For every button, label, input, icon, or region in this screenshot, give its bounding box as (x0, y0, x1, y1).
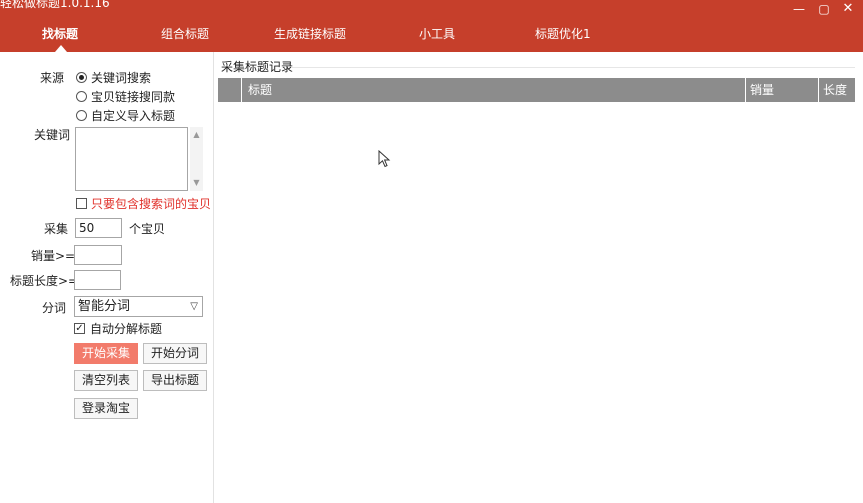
column-separator (745, 78, 746, 102)
keyword-label: 关键词 (34, 128, 71, 142)
sales-min-input[interactable] (74, 245, 122, 265)
records-section-title: 采集标题记录 (221, 60, 294, 74)
radio-custom-import[interactable] (76, 110, 87, 121)
export-titles-button[interactable]: 导出标题 (143, 370, 207, 391)
records-table-body[interactable] (218, 102, 855, 503)
only-contain-checkbox[interactable] (76, 198, 87, 209)
scroll-down-icon[interactable]: ▼ (190, 177, 203, 189)
title-length-input[interactable] (74, 270, 121, 290)
segment-select[interactable]: 智能分词 ▽ (74, 296, 203, 317)
collect-count-input[interactable] (75, 218, 122, 238)
chevron-down-icon[interactable]: ▽ (190, 297, 198, 316)
source-label: 来源 (40, 71, 65, 85)
auto-split-label[interactable]: 自动分解标题 (90, 321, 162, 337)
radio-keyword-search[interactable] (76, 72, 87, 83)
records-table-header: 标题 销量 长度 (218, 78, 855, 102)
segment-label: 分词 (42, 301, 67, 315)
start-collect-button[interactable]: 开始采集 (74, 343, 138, 364)
tab-link-title[interactable]: 生成链接标题 (274, 25, 346, 43)
sales-label: 销量>= (31, 249, 76, 263)
auto-split-checkbox[interactable]: ✓ (74, 323, 85, 334)
start-segment-button[interactable]: 开始分词 (143, 343, 207, 364)
title-bar: 轻松做标题1.0.1.16 — ▢ ✕ 找标题 组合标题 生成链接标题 小工具 … (0, 0, 863, 52)
radio-keyword-search-label[interactable]: 关键词搜索 (91, 70, 151, 86)
window-title: 轻松做标题1.0.1.16 (0, 0, 110, 10)
minimize-icon[interactable]: — (790, 2, 808, 16)
mouse-pointer-icon (378, 150, 391, 168)
segment-selected-value: 智能分词 (78, 299, 131, 314)
tab-title-optimize[interactable]: 标题优化1 (535, 25, 591, 43)
scroll-up-icon[interactable]: ▲ (190, 129, 203, 141)
radio-link-same-item[interactable] (76, 91, 87, 102)
tab-find-title[interactable]: 找标题 (42, 25, 78, 43)
keyword-textarea[interactable] (75, 127, 188, 191)
collect-unit: 个宝贝 (129, 222, 166, 236)
column-separator (818, 78, 819, 102)
login-taobao-button[interactable]: 登录淘宝 (74, 398, 138, 419)
section-divider (291, 67, 855, 68)
tab-tools[interactable]: 小工具 (419, 25, 455, 43)
maximize-icon[interactable]: ▢ (815, 2, 833, 16)
column-title[interactable]: 标题 (248, 78, 272, 102)
clear-list-button[interactable]: 清空列表 (74, 370, 138, 391)
radio-link-same-item-label[interactable]: 宝贝链接搜同款 (91, 89, 175, 105)
radio-custom-import-label[interactable]: 自定义导入标题 (91, 108, 175, 124)
only-contain-label[interactable]: 只要包含搜索词的宝贝 (91, 196, 211, 212)
tab-combine-title[interactable]: 组合标题 (161, 25, 209, 43)
title-length-label: 标题长度>= (10, 274, 79, 288)
keyword-scrollbar[interactable]: ▲ ▼ (190, 127, 203, 191)
column-length[interactable]: 长度 (823, 78, 847, 102)
active-tab-indicator (55, 45, 67, 52)
column-separator (241, 78, 242, 102)
close-icon[interactable]: ✕ (839, 2, 857, 16)
collect-label: 采集 (44, 222, 69, 236)
column-sales[interactable]: 销量 (750, 78, 774, 102)
